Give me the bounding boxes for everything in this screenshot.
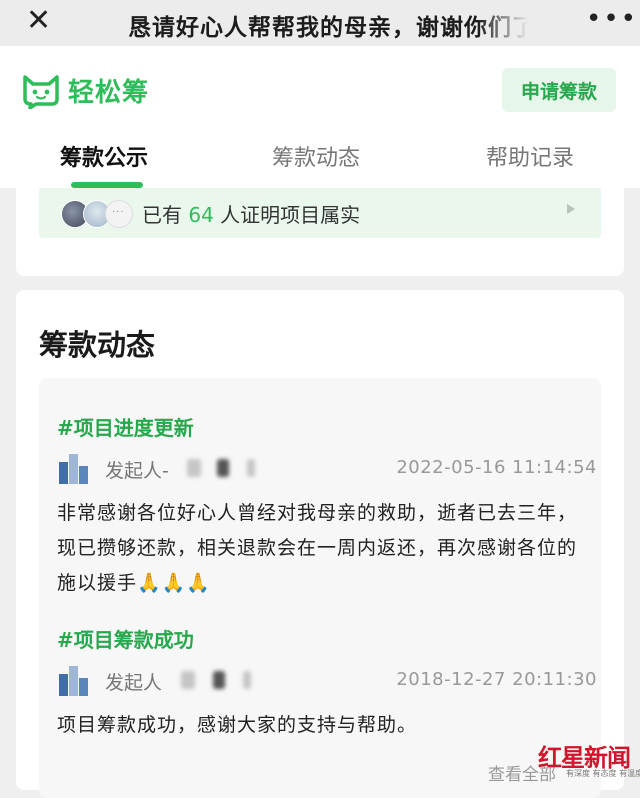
tab-public-notice[interactable]: 筹款公示 <box>60 140 148 172</box>
update-time: 2018-12-27 20:11:30 <box>396 669 597 690</box>
author-name: 发起人- <box>105 460 169 482</box>
tab-help-records[interactable]: 帮助记录 <box>486 140 574 172</box>
author-name: 发起人 <box>105 672 163 694</box>
redacted-name <box>187 459 201 477</box>
redacted-name <box>213 671 225 689</box>
update-poster: 发起人 2018-12-27 20:11:30 <box>57 662 605 698</box>
author-avatar <box>57 664 89 696</box>
update-time: 2022-05-16 11:14:54 <box>396 457 597 478</box>
watermark-logo: 红星新闻 有深度 有态度 有温度 <box>538 738 640 778</box>
update-poster: 发起人- 2022-05-16 11:14:54 <box>57 450 605 486</box>
logo-icon <box>23 74 59 109</box>
watermark-slogan: 有深度 有态度 有温度 <box>566 769 640 778</box>
page-title: 恳请好心人帮帮我的母亲，谢谢你们了 <box>128 8 528 42</box>
top-bar: ✕ 恳请好心人帮帮我的母亲，谢谢你们了 ••• <box>0 0 640 46</box>
app-header: 轻松筹 申请筹款 筹款公示 筹款动态 帮助记录 <box>0 46 640 188</box>
close-icon[interactable]: ✕ <box>26 6 51 36</box>
more-avatars-icon: ··· <box>105 200 133 228</box>
author-avatar <box>57 452 89 484</box>
tab-bar: 筹款公示 筹款动态 帮助记录 <box>0 134 640 188</box>
verify-suffix: 人证明项目属实 <box>220 203 361 227</box>
tab-updates[interactable]: 筹款动态 <box>272 140 360 172</box>
logo-text: 轻松筹 <box>68 78 150 108</box>
redacted-name <box>217 459 229 477</box>
update-tag: #项目进度更新 <box>57 416 194 440</box>
verification-bar[interactable]: ··· 已有 64 人证明项目属实 <box>39 188 601 238</box>
verify-prefix: 已有 <box>142 203 182 227</box>
logo: 轻松筹 <box>22 72 149 109</box>
verify-count: 64 <box>188 203 214 227</box>
verification-text: 已有 64 人证明项目属实 <box>142 199 360 228</box>
redacted-name <box>181 671 195 689</box>
update-body: 非常感谢各位好心人曾经对我母亲的救助，逝者已去三年，现已攒够还款，相关退款会在一… <box>57 502 578 594</box>
updates-feed: #项目进度更新 发起人- 2022-05-16 11:14:54 非常感谢各位好… <box>39 378 601 798</box>
redacted-name <box>247 459 255 477</box>
chevron-right-icon <box>567 204 575 214</box>
update-tag: #项目筹款成功 <box>57 628 194 652</box>
redacted-name <box>243 671 251 689</box>
apply-fundraise-button[interactable]: 申请筹款 <box>502 68 616 112</box>
updates-card: 筹款动态 #项目进度更新 发起人- 2022-05-16 11:14:54 非常… <box>16 290 624 798</box>
verification-card: ··· 已有 64 人证明项目属实 <box>16 188 624 276</box>
update-body: 项目筹款成功，感谢大家的支持与帮助。 <box>57 714 418 736</box>
section-title: 筹款动态 <box>39 328 156 362</box>
more-icon[interactable]: ••• <box>586 4 638 34</box>
